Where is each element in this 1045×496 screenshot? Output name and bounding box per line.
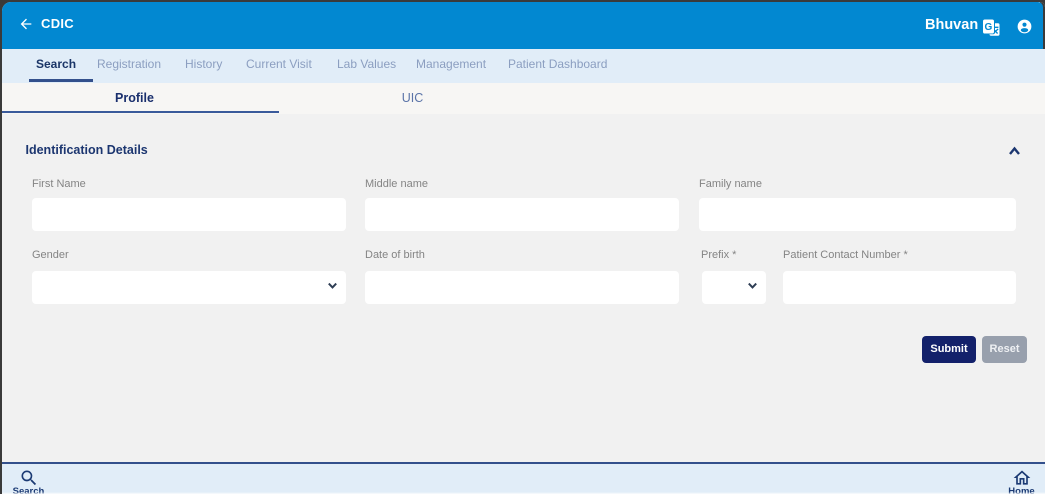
svg-text:G: G (985, 22, 993, 33)
